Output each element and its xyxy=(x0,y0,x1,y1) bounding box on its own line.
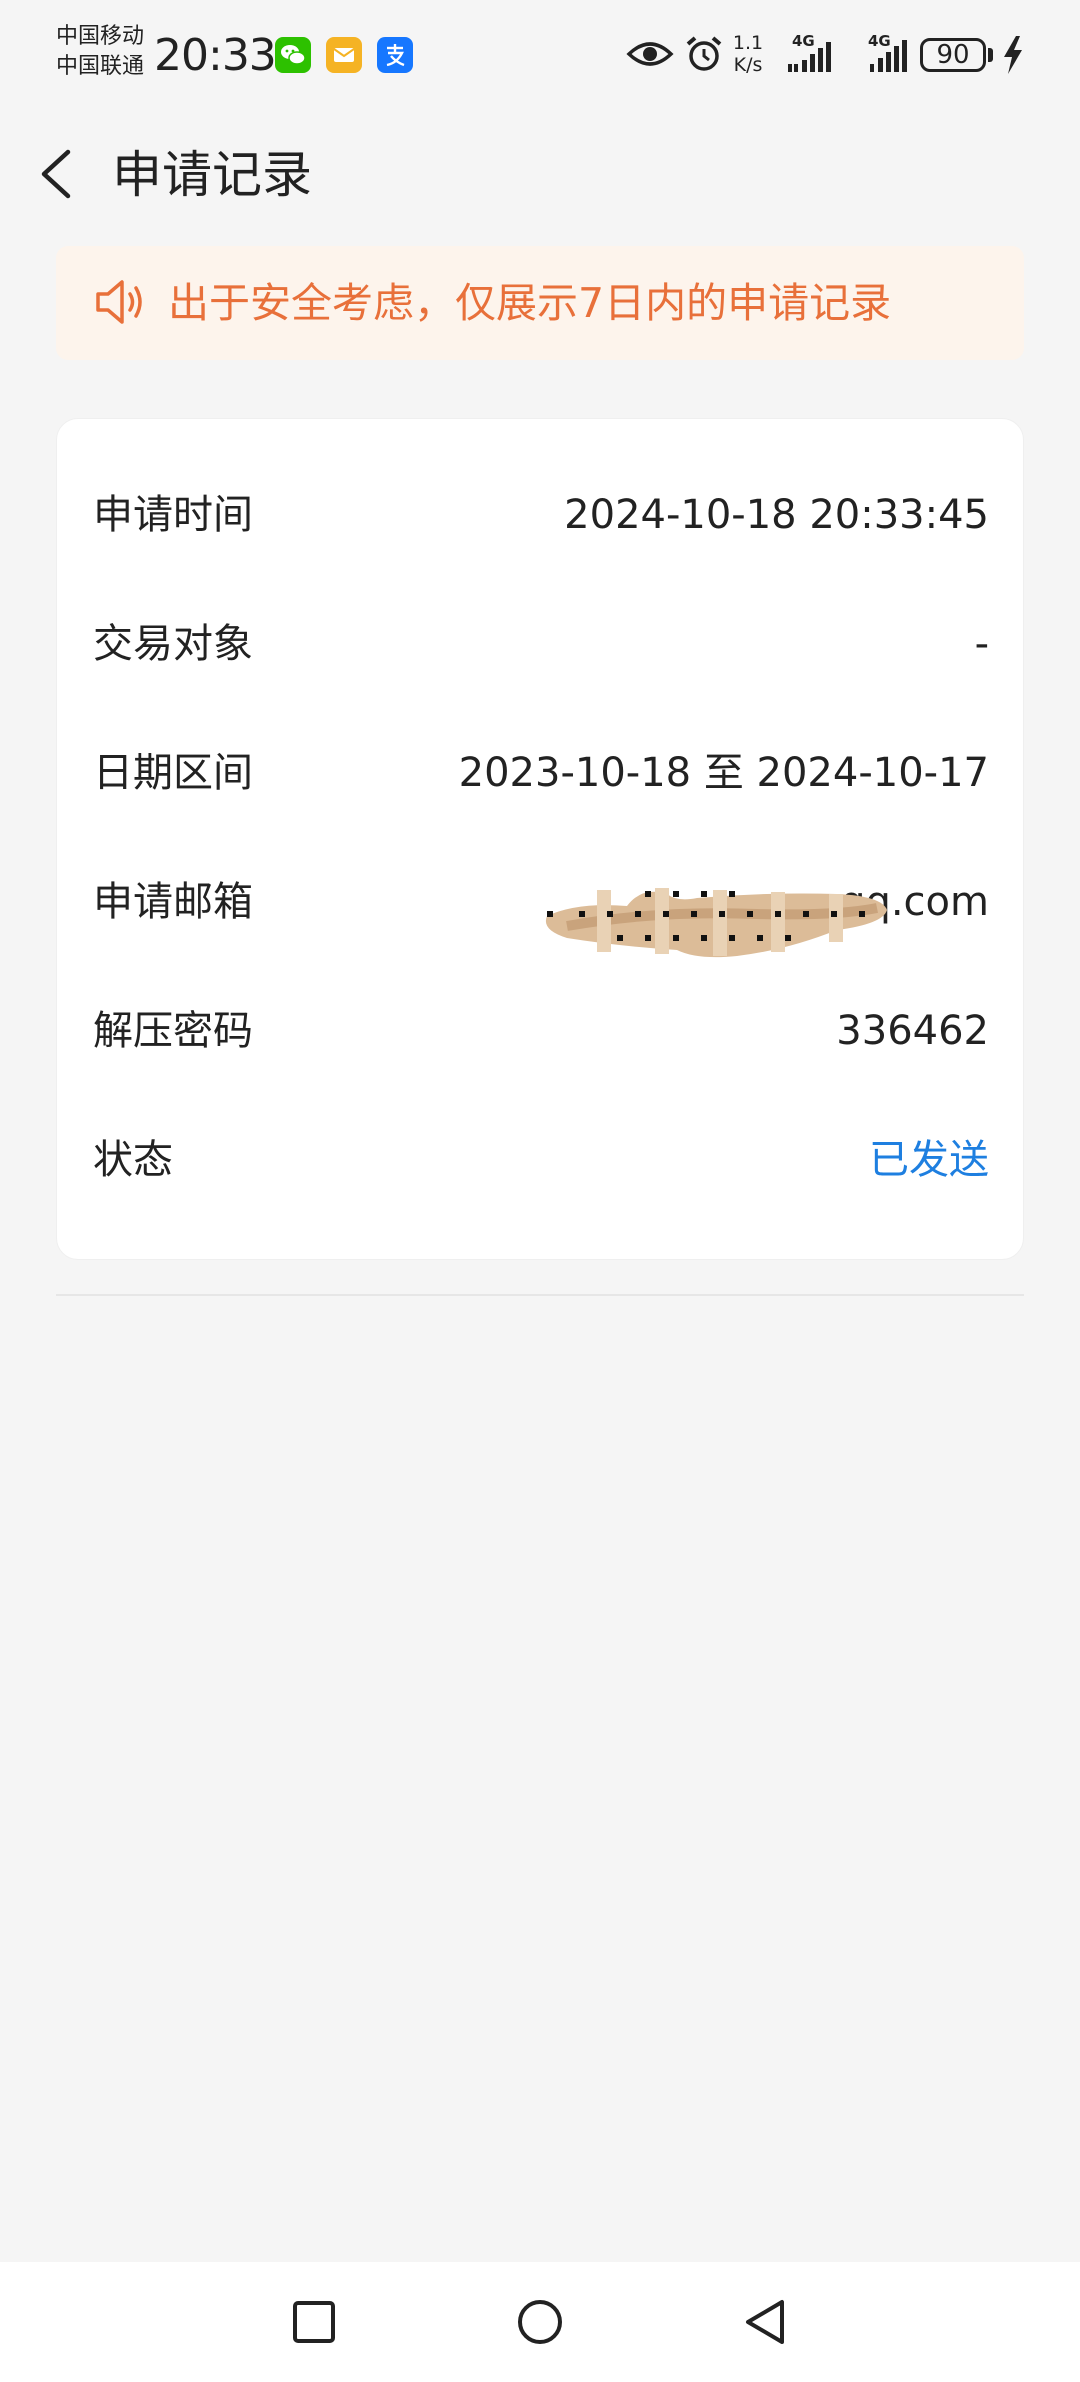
carrier-1: 中国移动 xyxy=(56,24,145,49)
charging-icon xyxy=(1002,36,1024,78)
page-title: 申请记录 xyxy=(112,146,312,204)
row-date-range: 日期区间 2023-10-18 至 2024-10-17 xyxy=(93,733,989,813)
status-bar: 中国移动 中国联通 20:33 1.1 K/s 4G 4G 90 xyxy=(0,0,1080,120)
mail-icon xyxy=(326,37,362,73)
carrier-info: 中国移动 中国联通 xyxy=(56,22,144,82)
row-status: 状态 已发送 xyxy=(93,1120,989,1200)
speaker-icon xyxy=(94,274,148,330)
row-label: 交易对象 xyxy=(93,621,253,667)
row-label: 解压密码 xyxy=(93,1008,253,1054)
row-label: 日期区间 xyxy=(93,750,253,796)
row-value: 2023-10-18 至 2024-10-17 xyxy=(458,750,989,796)
section-divider xyxy=(56,1294,1024,1296)
row-label: 状态 xyxy=(93,1137,173,1183)
net-speed-value: 1.1 xyxy=(732,32,764,54)
security-notice-banner: 出于安全考虑，仅展示7日内的申请记录 xyxy=(56,246,1024,360)
record-card: 申请时间 2024-10-18 20:33:45 交易对象 - 日期区间 202… xyxy=(56,418,1024,1260)
row-value: 336462 xyxy=(836,1008,989,1054)
row-value: 2024-10-18 20:33:45 xyxy=(564,492,989,538)
battery-tip xyxy=(988,48,993,62)
row-email: 申请邮箱 qq.com xyxy=(93,862,989,958)
page-header: 申请记录 xyxy=(0,120,1080,230)
signal-1-icon xyxy=(788,36,844,80)
home-button[interactable] xyxy=(508,2290,572,2354)
battery-indicator: 90 xyxy=(920,38,986,72)
row-value: - xyxy=(974,621,989,667)
signal-2-icon xyxy=(864,36,914,80)
net-speed-unit: K/s xyxy=(733,54,763,76)
wechat-icon xyxy=(275,37,311,73)
row-unzip-password: 解压密码 336462 xyxy=(93,991,989,1071)
system-nav-bar xyxy=(0,2262,1080,2382)
row-label: 申请邮箱 xyxy=(93,879,253,925)
back-button[interactable] xyxy=(28,142,92,206)
home-icon xyxy=(518,2300,562,2344)
row-label: 申请时间 xyxy=(93,492,253,538)
system-back-button[interactable] xyxy=(734,2290,798,2354)
status-time: 20:33 xyxy=(154,30,277,81)
notice-text: 出于安全考虑，仅展示7日内的申请记录 xyxy=(168,279,892,327)
carrier-2: 中国联通 xyxy=(56,54,145,79)
network-speed: 1.1 K/s xyxy=(728,32,768,76)
alarm-icon xyxy=(684,34,724,78)
chevron-left-icon xyxy=(41,149,71,199)
redaction-scribble xyxy=(537,880,897,968)
recent-apps-button[interactable] xyxy=(282,2290,346,2354)
back-icon xyxy=(746,2300,784,2344)
row-apply-time: 申请时间 2024-10-18 20:33:45 xyxy=(93,475,989,555)
recent-apps-icon xyxy=(293,2301,335,2343)
row-counterparty: 交易对象 - xyxy=(93,604,989,684)
alipay-icon xyxy=(377,37,413,73)
status-value: 已发送 xyxy=(869,1137,989,1183)
eye-icon xyxy=(626,36,674,76)
